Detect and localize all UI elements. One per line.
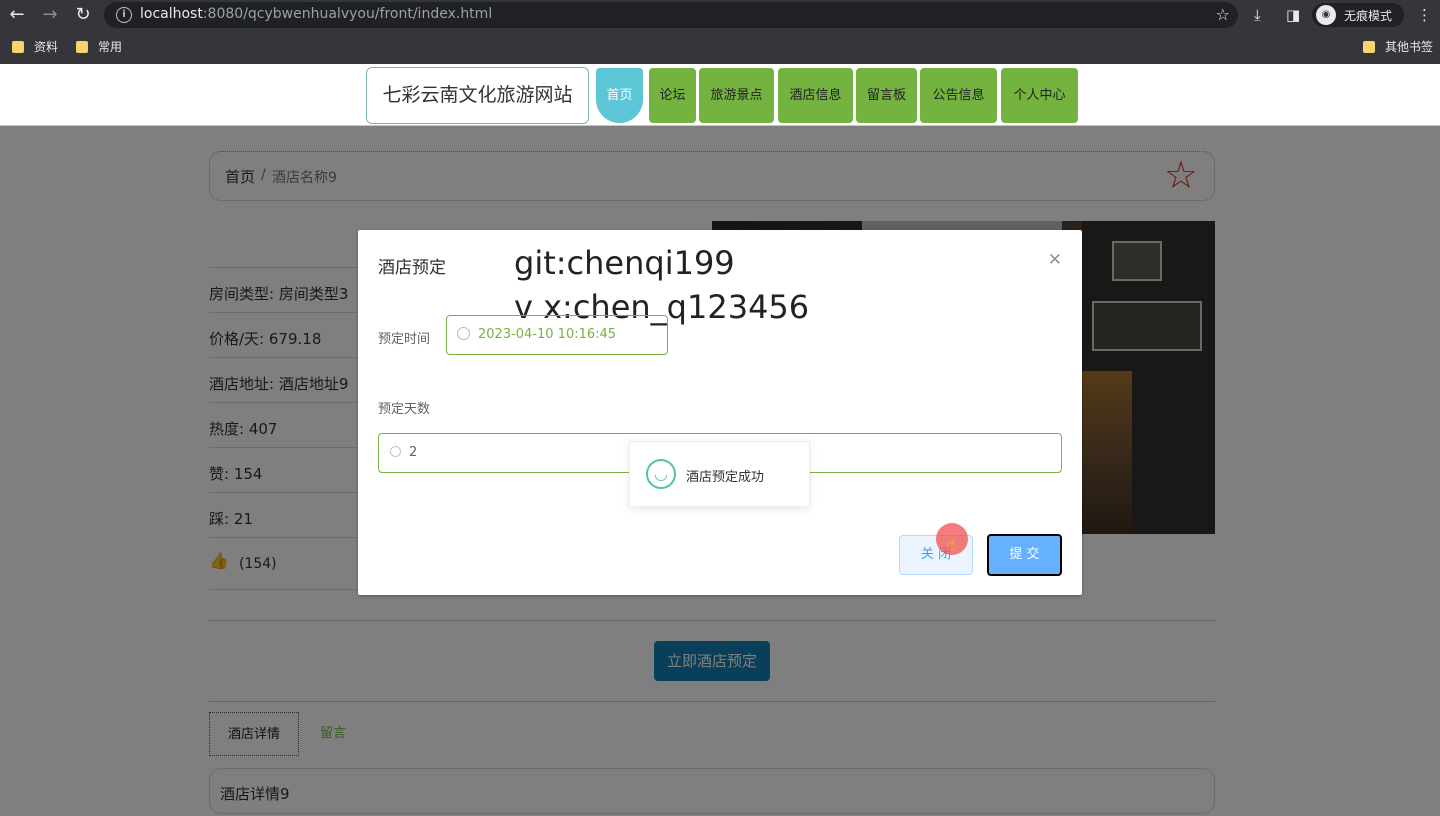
site-info-icon[interactable]: i [116, 7, 132, 23]
booking-dialog: 酒店预定 git:chenqi199 v x:chen_q123456 ✕ 预定… [358, 230, 1082, 595]
bookmark-star-icon[interactable]: ☆ [1216, 5, 1230, 24]
nav-item-notices[interactable]: 公告信息 [920, 68, 997, 123]
folder-icon [76, 41, 88, 53]
incognito-label: 无痕模式 [1344, 9, 1393, 23]
clock-icon [457, 327, 470, 340]
booking-time-input[interactable]: 2023-04-10 10:16:45 [446, 315, 668, 355]
watermark-line1: git:chenqi199 [514, 244, 735, 282]
booking-days-value: 2 [409, 445, 418, 460]
nav-item-forum[interactable]: 论坛 [649, 68, 696, 123]
nav-item-hotels[interactable]: 酒店信息 [778, 68, 853, 123]
incognito-icon: ◉ [1316, 5, 1336, 25]
nav-item-profile[interactable]: 个人中心 [1001, 68, 1078, 123]
incognito-badge[interactable]: ◉ 无痕模式 [1312, 3, 1404, 27]
days-label: 预定天数 [378, 402, 431, 417]
close-icon[interactable]: ✕ [1048, 250, 1062, 270]
back-icon[interactable]: ← [6, 4, 28, 26]
address-bar[interactable]: i localhost:8080/qcybwenhualvyou/front/i… [104, 2, 1238, 28]
bookmark-folder-changyong[interactable]: 常用 [76, 38, 122, 55]
site-nav: 七彩云南文化旅游网站 首页 论坛 旅游景点 酒店信息 留言板 公告信息 个人中心 [0, 64, 1440, 126]
dialog-title: 酒店预定 [378, 258, 446, 278]
submit-button[interactable]: 提 交 [987, 534, 1062, 576]
browser-toolbar: ← → ↻ i localhost:8080/qcybwenhualvyou/f… [0, 0, 1440, 30]
reload-icon[interactable]: ↻ [72, 4, 94, 26]
folder-icon [1363, 41, 1375, 53]
booking-time-value: 2023-04-10 10:16:45 [478, 327, 617, 342]
search-icon [390, 446, 401, 457]
bookmark-folder-ziliao[interactable]: 资料 [12, 38, 58, 55]
pointer-hand-icon: ☝ [946, 535, 956, 554]
url-text: localhost:8080/qcybwenhualvyou/front/ind… [140, 6, 493, 22]
smile-icon: ◡ [646, 459, 676, 489]
folder-icon [12, 41, 24, 53]
site-brand[interactable]: 七彩云南文化旅游网站 [366, 67, 589, 124]
nav-item-home[interactable]: 首页 [596, 68, 643, 123]
nav-item-messages[interactable]: 留言板 [856, 68, 917, 123]
bookmarks-bar: 资料 常用 其他书签 [0, 30, 1440, 64]
menu-icon[interactable]: ⋮ [1417, 4, 1432, 26]
success-toast: ◡ 酒店预定成功 [629, 441, 810, 507]
download-icon[interactable]: ⤓ [1254, 4, 1261, 26]
time-label: 预定时间 [378, 332, 431, 347]
toast-message: 酒店预定成功 [686, 470, 765, 485]
sidepanel-icon[interactable]: ◨ [1286, 4, 1300, 26]
bookmark-folder-other[interactable]: 其他书签 [1363, 38, 1433, 55]
nav-item-attractions[interactable]: 旅游景点 [699, 68, 774, 123]
forward-icon[interactable]: → [39, 4, 61, 26]
